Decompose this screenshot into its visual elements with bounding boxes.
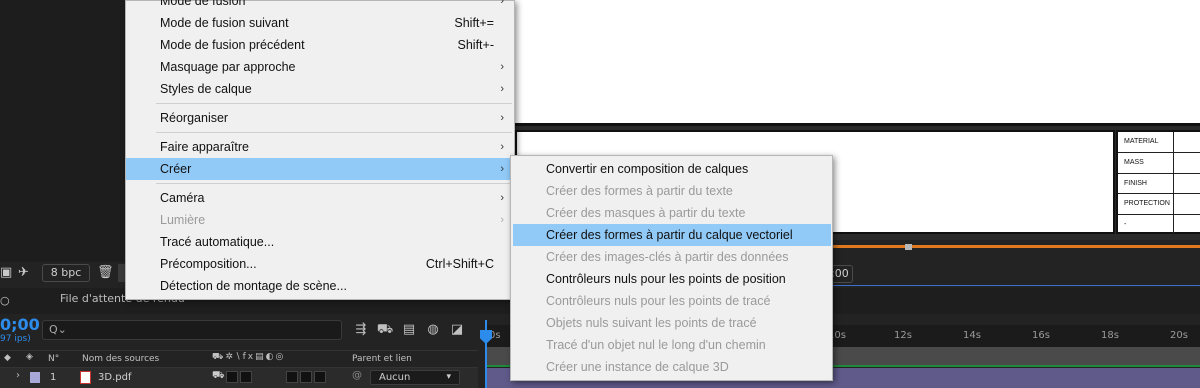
menu-item-precomposition[interactable]: Précomposition... Ctrl+Shift+C xyxy=(126,253,514,275)
composition-canvas-top xyxy=(515,0,1200,126)
column-number: N° xyxy=(48,354,60,364)
submenu-item-convertir-composition[interactable]: Convertir en composition de calques xyxy=(513,158,831,180)
ruler-tick-label: 20s xyxy=(1170,330,1188,341)
submenu-item-controleurs-position[interactable]: Contrôleurs nuls pour les points de posi… xyxy=(513,268,831,290)
pickwhip-icon[interactable]: @ xyxy=(352,370,362,381)
left-panel xyxy=(0,0,125,262)
submenu-item-objets-nuls-trace[interactable]: Objets nuls suivant les points de tracé xyxy=(513,312,831,334)
menu-item-lumiere[interactable]: Lumière › xyxy=(126,209,514,231)
shortcut-label: Ctrl+Shift+C xyxy=(425,257,494,271)
menu-item-styles-de-calque[interactable]: Styles de calque › xyxy=(126,78,514,100)
menu-separator xyxy=(156,132,512,133)
bit-depth-button[interactable]: 8 bpc xyxy=(42,264,90,282)
shortcut-label: Shift+- xyxy=(457,38,494,52)
panel-menu-icon[interactable]: ○ xyxy=(0,292,10,310)
layer-handle[interactable] xyxy=(905,244,912,250)
menu-item-trace-automatique[interactable]: Tracé automatique... xyxy=(126,231,514,253)
menu-separator xyxy=(156,183,512,184)
search-input[interactable]: Q⌄ xyxy=(42,320,342,340)
layer-number: 1 xyxy=(50,372,57,383)
submenu-item-instance-3d[interactable]: Créer une instance de calque 3D xyxy=(513,356,831,378)
submenu-arrow-icon: › xyxy=(500,61,504,73)
switch-box[interactable] xyxy=(314,371,326,383)
submenu-arrow-icon: › xyxy=(500,214,504,226)
draft-3d-icon[interactable]: ⛟ xyxy=(376,321,394,339)
submenu-arrow-icon: › xyxy=(500,112,504,124)
graph-editor-icon[interactable]: ◪ xyxy=(448,321,466,339)
submenu-item-masques-texte[interactable]: Créer des masques à partir du texte xyxy=(513,202,831,224)
creer-submenu: Convertir en composition de calques Crée… xyxy=(510,155,833,381)
title-block-row: MATERIAL xyxy=(1118,132,1200,153)
search-icon: Q⌄ xyxy=(49,323,67,336)
quality-switch-icon[interactable] xyxy=(240,371,252,383)
submenu-item-formes-texte[interactable]: Créer des formes à partir du texte xyxy=(513,180,831,202)
title-block-table: MATERIAL MASS FINISH PROTECTION - xyxy=(1116,130,1200,236)
submenu-arrow-icon: › xyxy=(500,141,504,153)
pdf-file-icon xyxy=(80,371,91,384)
menu-item-masquage-par-approche[interactable]: Masquage par approche › xyxy=(126,56,514,78)
snapshot-icon[interactable]: ▣ xyxy=(0,264,12,282)
submenu-item-trace-objet-nul[interactable]: Tracé d'un objet nul le long d'un chemin xyxy=(513,334,831,356)
switch-box[interactable] xyxy=(286,371,298,383)
title-block-row: - xyxy=(1118,215,1200,236)
frame-rate-label: 97 ips) xyxy=(0,334,31,344)
column-source-name[interactable]: Nom des sources xyxy=(82,354,159,364)
submenu-arrow-icon: › xyxy=(500,83,504,95)
submenu-item-formes-calque-vectoriel[interactable]: Créer des formes à partir du calque vect… xyxy=(513,224,831,246)
title-block-row: PROTECTION xyxy=(1118,194,1200,216)
submenu-item-controleurs-trace[interactable]: Contrôleurs nuls pour les points de trac… xyxy=(513,290,831,312)
shortcut-label: Shift+= xyxy=(454,16,494,30)
submenu-item-images-cles-donnees[interactable]: Créer des images-clés à partir des donné… xyxy=(513,246,831,268)
ruler-tick-label: 14s xyxy=(963,330,981,341)
submenu-arrow-icon: › xyxy=(500,163,504,175)
current-time-display[interactable]: 0;00 xyxy=(0,315,40,334)
menu-item-reorganiser[interactable]: Réorganiser › xyxy=(126,107,514,129)
switches-icons: ⛟✲∖fx▤◐◎ xyxy=(212,352,286,362)
expand-arrow-icon[interactable]: › xyxy=(16,370,20,381)
label-color-swatch[interactable] xyxy=(30,372,40,383)
menu-item-mode-de-fusion-suivant[interactable]: Mode de fusion suivant Shift+= xyxy=(126,12,514,34)
column-parent: Parent et lien xyxy=(352,354,412,364)
parent-dropdown[interactable]: Aucun ▾ xyxy=(370,370,460,385)
timeline-column-header: ◆ ◈ N° Nom des sources ⛟✲∖fx▤◐◎ Parent e… xyxy=(0,350,478,368)
ruler-tick-label: 16s xyxy=(1032,330,1050,341)
submenu-arrow-icon: › xyxy=(500,192,504,204)
menu-item-creer[interactable]: Créer › xyxy=(126,158,514,180)
switch-box[interactable] xyxy=(226,371,238,383)
menu-item-detection-montage[interactable]: Détection de montage de scène... xyxy=(126,275,514,297)
frame-blending-icon[interactable]: ▤ xyxy=(400,321,418,339)
chevron-down-icon: ▾ xyxy=(446,372,451,382)
trash-icon[interactable]: 🗑 xyxy=(97,264,114,282)
motion-blur-icon[interactable]: ◍ xyxy=(424,321,442,339)
shy-switch-icon[interactable]: ⛟ xyxy=(212,370,225,383)
ruler-tick-label: 18s xyxy=(1101,330,1119,341)
menu-item-faire-apparaitre[interactable]: Faire apparaître › xyxy=(126,136,514,158)
layer-name[interactable]: 3D.pdf xyxy=(98,372,131,383)
title-block-row: FINISH xyxy=(1118,173,1200,195)
menu-separator xyxy=(156,103,512,104)
table-row[interactable]: › 1 3D.pdf ⛟ @ Aucun ▾ xyxy=(0,368,478,388)
label-icon[interactable]: ◈ xyxy=(26,352,33,362)
layer-context-menu: Mode de fusion › Mode de fusion suivant Sh… xyxy=(125,0,515,300)
lock-icon[interactable]: ◆ xyxy=(4,353,11,363)
switch-box[interactable] xyxy=(300,371,312,383)
ruler-tick-label: 12s xyxy=(894,330,912,341)
title-block-row: MASS xyxy=(1118,152,1200,174)
menu-item-mode-de-fusion[interactable]: Mode de fusion › xyxy=(126,0,514,12)
menu-item-camera[interactable]: Caméra › xyxy=(126,187,514,209)
menu-item-mode-de-fusion-precedent[interactable]: Mode de fusion précédent Shift+- xyxy=(126,34,514,56)
submenu-arrow-icon: › xyxy=(500,0,504,7)
comp-flowchart-icon[interactable]: ⇶ xyxy=(352,321,370,339)
brush-icon[interactable]: ✈ xyxy=(18,264,29,282)
